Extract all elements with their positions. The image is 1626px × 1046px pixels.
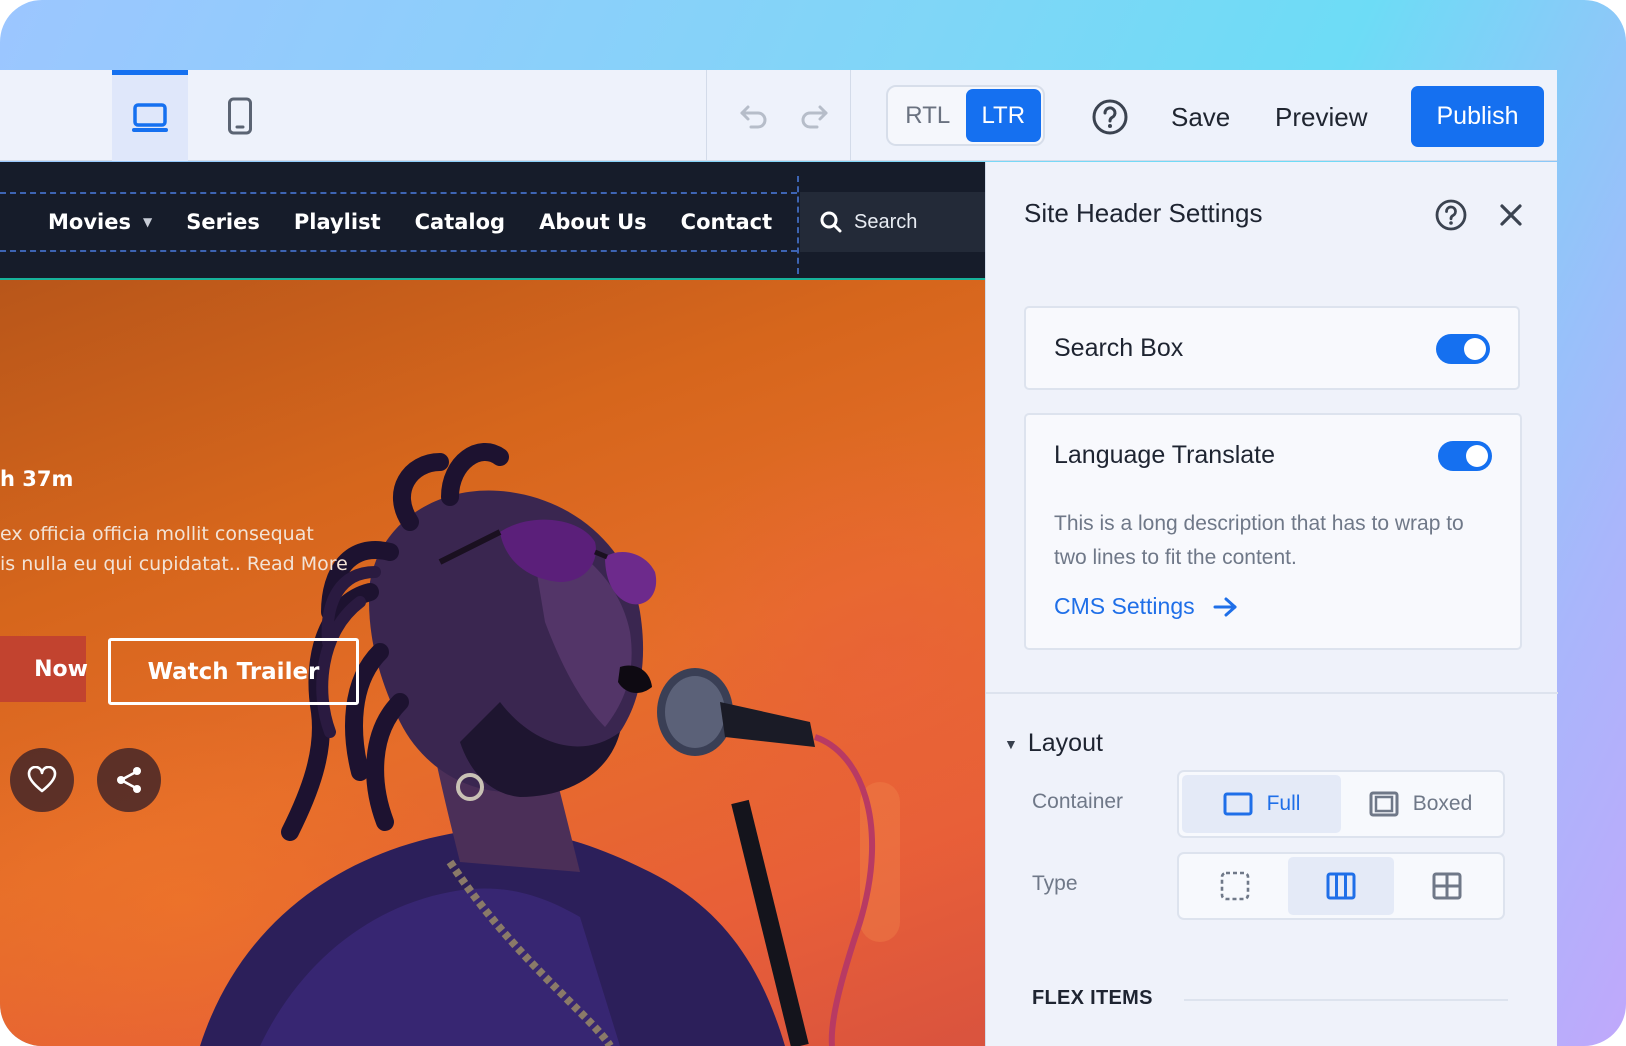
nav-item-label: Movies <box>48 210 131 234</box>
nav-item-about-us[interactable]: About Us <box>539 204 647 240</box>
nav-links: Movies ▼ Series Playlist Catalog About U… <box>48 204 806 240</box>
help-button[interactable] <box>1091 98 1129 136</box>
type-segmented-control <box>1177 852 1505 920</box>
search-box-toggle[interactable] <box>1436 334 1490 364</box>
search-placeholder: Search <box>854 210 918 233</box>
mobile-view-button[interactable] <box>202 70 278 161</box>
mobile-icon <box>228 97 252 134</box>
language-translate-setting-card: Language Translate This is a long descri… <box>1024 413 1522 650</box>
redo-button[interactable] <box>796 98 832 134</box>
help-circle-icon <box>1435 199 1467 231</box>
container-option-full[interactable]: Full <box>1182 775 1341 833</box>
nav-item-series[interactable]: Series <box>186 204 260 240</box>
boxed-width-icon <box>1369 791 1399 817</box>
preview-button[interactable]: Preview <box>1275 98 1367 136</box>
flex-items-divider <box>1184 999 1508 1001</box>
desktop-icon <box>132 103 168 132</box>
watch-now-button[interactable]: Now <box>0 636 88 702</box>
heart-icon <box>27 766 57 793</box>
publish-button[interactable]: Publish <box>1411 86 1544 147</box>
arrow-right-icon <box>1213 597 1237 616</box>
toolbar-divider <box>706 70 707 161</box>
none-icon <box>1220 871 1250 901</box>
type-option-columns[interactable] <box>1288 857 1394 915</box>
ltr-option[interactable]: LTR <box>965 89 1041 142</box>
description-line: ex officia officia mollit consequat <box>0 523 314 545</box>
nav-item-movies[interactable]: Movies ▼ <box>48 204 152 240</box>
share-button[interactable] <box>97 748 161 812</box>
movie-description: ex officia officia mollit consequat is n… <box>0 519 348 579</box>
page-preview-canvas: Movies ▼ Series Playlist Catalog About U… <box>0 162 985 1046</box>
undo-icon <box>740 105 767 129</box>
app-frame: RTL LTR Save Preview Publish Movies ▼ Se… <box>0 0 1626 1046</box>
settings-panel: Site Header Settings Search Box Language… <box>985 162 1558 1046</box>
panel-help-button[interactable] <box>1434 198 1468 232</box>
container-option-label: Full <box>1266 792 1301 815</box>
container-label: Container <box>1032 790 1124 813</box>
site-navbar: Movies ▼ Series Playlist Catalog About U… <box>0 162 985 280</box>
cms-settings-label: CMS Settings <box>1054 593 1195 619</box>
nav-item-playlist[interactable]: Playlist <box>294 204 381 240</box>
language-translate-toggle[interactable] <box>1438 441 1492 471</box>
grid-icon <box>1432 872 1462 900</box>
movie-duration: h 37m <box>0 467 74 491</box>
container-option-label: Boxed <box>1412 792 1473 815</box>
description-line: is nulla eu qui cupidatat.. Read More <box>0 553 348 575</box>
type-option-grid[interactable] <box>1394 857 1500 915</box>
type-label: Type <box>1032 872 1078 895</box>
close-icon <box>1500 204 1522 226</box>
layout-section-header[interactable]: ▼ Layout <box>1004 729 1103 758</box>
editor-toolbar: RTL LTR Save Preview Publish <box>0 70 1557 161</box>
undo-button[interactable] <box>736 98 772 134</box>
container-option-boxed[interactable]: Boxed <box>1341 775 1500 833</box>
singer-image <box>200 443 900 1046</box>
share-icon <box>117 767 141 793</box>
caret-down-icon: ▼ <box>1004 735 1018 752</box>
full-width-icon <box>1223 792 1253 816</box>
cms-settings-link[interactable]: CMS Settings <box>1054 593 1239 620</box>
container-segmented-control: Full Boxed <box>1177 770 1505 838</box>
nav-search-box[interactable]: Search <box>800 192 985 252</box>
save-button[interactable]: Save <box>1171 98 1230 136</box>
help-circle-icon <box>1092 99 1128 135</box>
watch-now-label: Now <box>34 656 88 682</box>
search-box-setting-card: Search Box <box>1024 306 1520 390</box>
toolbar-divider <box>850 70 851 161</box>
language-translate-description: This is a long description that has to w… <box>1054 512 1464 569</box>
nav-item-contact[interactable]: Contact <box>681 204 773 240</box>
layout-heading: Layout <box>1027 729 1103 757</box>
redo-icon <box>801 105 828 129</box>
like-button[interactable] <box>10 748 74 812</box>
columns-icon <box>1326 872 1356 900</box>
desktop-view-button[interactable] <box>112 70 188 161</box>
panel-divider <box>986 692 1558 694</box>
search-box-label: Search Box <box>1054 334 1184 362</box>
panel-close-button[interactable] <box>1496 200 1526 230</box>
nav-item-catalog[interactable]: Catalog <box>415 204 505 240</box>
flex-items-heading: FLEX ITEMS <box>1032 987 1153 1009</box>
watch-trailer-button[interactable]: Watch Trailer <box>108 638 359 705</box>
caret-down-icon: ▼ <box>142 215 153 229</box>
text-direction-toggle: RTL LTR <box>886 85 1045 146</box>
panel-title: Site Header Settings <box>1024 198 1263 228</box>
type-option-none[interactable] <box>1182 857 1288 915</box>
language-translate-label: Language Translate <box>1054 441 1276 469</box>
search-icon <box>820 211 842 233</box>
rtl-option[interactable]: RTL <box>890 89 966 142</box>
